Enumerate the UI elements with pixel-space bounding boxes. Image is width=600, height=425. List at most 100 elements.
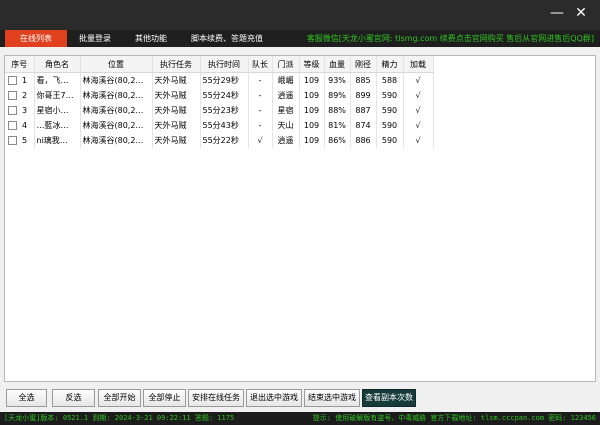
- row-checkbox[interactable]: [8, 91, 17, 100]
- loaded: √: [403, 72, 434, 88]
- exec-time: 55分43秒: [200, 118, 249, 133]
- sect: 逍遥: [272, 88, 300, 103]
- leader: -: [248, 88, 273, 103]
- leader: -: [248, 72, 273, 88]
- level: 109: [299, 88, 325, 103]
- gang: 886: [350, 133, 377, 148]
- role-name: …藍冰…: [34, 118, 81, 133]
- action-button-bar: 全选 反选 全部开始 全部停止 安排在线任务 退出选中游戏 结束选中游戏 查看副…: [4, 389, 596, 408]
- exec-time: 55分29秒: [200, 72, 249, 88]
- tab-renewal-recharge[interactable]: 脚本续费、答题充值: [179, 30, 275, 47]
- arrange-online-tasks-button[interactable]: 安排在线任务: [188, 389, 244, 407]
- table-row[interactable]: 3 星宿小… 林海溪谷(80,2… 天外马贼 55分23秒 - 星宿 109 8…: [5, 103, 434, 118]
- sect: 天山: [272, 118, 300, 133]
- location: 林海溪谷(80,2…: [80, 72, 153, 88]
- hp: 81%: [324, 118, 351, 133]
- table-header-row: 序号 角色名 位置 执行任务 执行时间 队长 门派 等级 血量 刚径 精力 加载: [5, 56, 434, 73]
- tab-online-list[interactable]: 在线列表: [5, 30, 67, 47]
- row-index: 1: [22, 76, 28, 85]
- loaded: √: [403, 88, 434, 103]
- column-header-loaded[interactable]: 加载: [403, 56, 434, 73]
- row-checkbox[interactable]: [8, 76, 17, 85]
- location: 林海溪谷(80,2…: [80, 118, 153, 133]
- leader: -: [248, 118, 273, 133]
- location: 林海溪谷(80,2…: [80, 133, 153, 148]
- level: 109: [299, 133, 325, 148]
- hp: 93%: [324, 72, 351, 88]
- view-dungeon-count-button[interactable]: 查看副本次数: [362, 389, 416, 407]
- gang: 887: [350, 103, 377, 118]
- loaded: √: [403, 118, 434, 133]
- support-notice: 客服微信[天龙小蜜官网: tlsmg.com 续费点击官网购买 售后从官网进售后…: [306, 34, 594, 43]
- column-header-sect[interactable]: 门派: [272, 56, 300, 73]
- close-icon[interactable]: ✕: [572, 4, 590, 22]
- task: 天外马贼: [152, 133, 201, 148]
- task: 天外马贼: [152, 118, 201, 133]
- column-header-task[interactable]: 执行任务: [152, 56, 201, 73]
- column-header-energy[interactable]: 精力: [376, 56, 404, 73]
- stop-all-button[interactable]: 全部停止: [143, 389, 186, 407]
- leader: √: [248, 133, 273, 148]
- row-checkbox[interactable]: [8, 121, 17, 130]
- gang: 874: [350, 118, 377, 133]
- status-bar: [天龙小蜜]版本: 0521.1 到期: 2024-3-21 09:22:11 …: [0, 412, 600, 425]
- row-index: 3: [22, 106, 28, 115]
- online-list-table: 序号 角色名 位置 执行任务 执行时间 队长 门派 等级 血量 刚径 精力 加载…: [4, 55, 596, 382]
- column-header-gang[interactable]: 刚径: [350, 56, 377, 73]
- role-name: 看，飞…: [34, 72, 81, 88]
- row-index: 5: [22, 136, 28, 145]
- column-header-time[interactable]: 执行时间: [200, 56, 249, 73]
- column-header-leader[interactable]: 队长: [248, 56, 273, 73]
- gang: 885: [350, 72, 377, 88]
- column-header-level[interactable]: 等级: [299, 56, 325, 73]
- hp: 89%: [324, 88, 351, 103]
- gang: 899: [350, 88, 377, 103]
- level: 109: [299, 118, 325, 133]
- tip-status: 提示: 使用破解版有盗号、中毒威胁 官方下载地址: tlsm.cccpan.co…: [312, 414, 596, 422]
- energy: 590: [376, 88, 404, 103]
- row-index: 4: [22, 121, 28, 130]
- level: 109: [299, 103, 325, 118]
- task: 天外马贼: [152, 88, 201, 103]
- role-name: 你哥王7…: [34, 88, 81, 103]
- loaded: √: [403, 133, 434, 148]
- exit-selected-game-button[interactable]: 退出选中游戏: [246, 389, 302, 407]
- column-header-index[interactable]: 序号: [5, 56, 35, 73]
- exec-time: 55分24秒: [200, 88, 249, 103]
- energy: 590: [376, 133, 404, 148]
- table-row[interactable]: 5 ni璃我… 林海溪谷(80,2… 天外马贼 55分22秒 √ 逍遥 109 …: [5, 133, 434, 148]
- sect: 星宿: [272, 103, 300, 118]
- table-row[interactable]: 4 …藍冰… 林海溪谷(80,2… 天外马贼 55分43秒 - 天山 109 8…: [5, 118, 434, 133]
- role-name: ni璃我…: [34, 133, 81, 148]
- leader: -: [248, 103, 273, 118]
- role-name: 星宿小…: [34, 103, 81, 118]
- end-selected-game-button[interactable]: 结束选中游戏: [304, 389, 360, 407]
- hp: 86%: [324, 133, 351, 148]
- select-all-button[interactable]: 全选: [6, 389, 47, 407]
- energy: 588: [376, 72, 404, 88]
- minimize-icon[interactable]: —: [548, 4, 566, 22]
- start-all-button[interactable]: 全部开始: [98, 389, 141, 407]
- tab-batch-login[interactable]: 批量登录: [67, 30, 123, 47]
- task: 天外马贼: [152, 72, 201, 88]
- invert-selection-button[interactable]: 反选: [52, 389, 95, 407]
- row-checkbox[interactable]: [8, 106, 17, 115]
- table-row[interactable]: 2 你哥王7… 林海溪谷(80,2… 天外马贼 55分24秒 - 逍遥 109 …: [5, 88, 434, 103]
- tab-bar: 在线列表 批量登录 其他功能 脚本续费、答题充值 客服微信[天龙小蜜官网: tl…: [0, 30, 600, 47]
- sect: 逍遥: [272, 133, 300, 148]
- task: 天外马贼: [152, 103, 201, 118]
- location: 林海溪谷(80,2…: [80, 88, 153, 103]
- level: 109: [299, 72, 325, 88]
- column-header-name[interactable]: 角色名: [34, 56, 81, 73]
- exec-time: 55分22秒: [200, 133, 249, 148]
- sect: 峨嵋: [272, 72, 300, 88]
- table-row[interactable]: 1 看，飞… 林海溪谷(80,2… 天外马贼 55分29秒 - 峨嵋 109 9…: [5, 72, 434, 88]
- loaded: √: [403, 103, 434, 118]
- column-header-location[interactable]: 位置: [80, 56, 153, 73]
- row-checkbox[interactable]: [8, 136, 17, 145]
- hp: 88%: [324, 103, 351, 118]
- energy: 590: [376, 103, 404, 118]
- location: 林海溪谷(80,2…: [80, 103, 153, 118]
- column-header-hp[interactable]: 血量: [324, 56, 351, 73]
- tab-other-functions[interactable]: 其他功能: [123, 30, 179, 47]
